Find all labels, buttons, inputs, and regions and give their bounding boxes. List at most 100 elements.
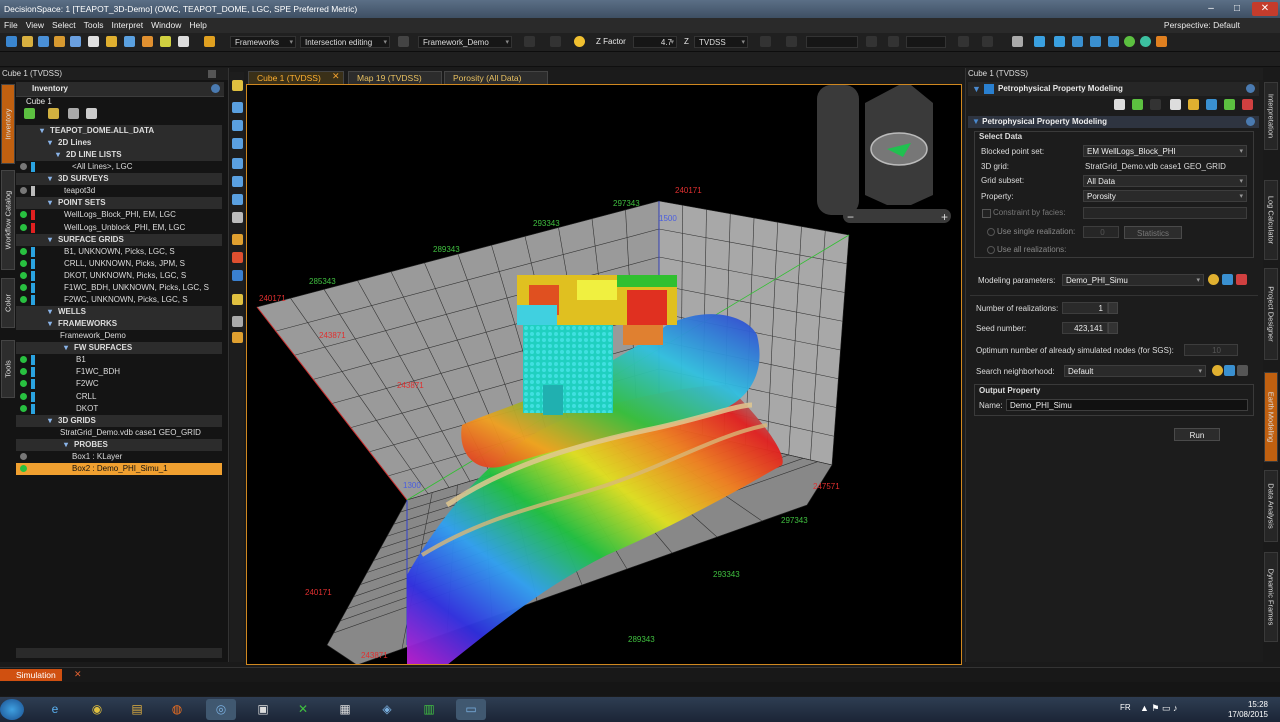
intersection-editing-dropdown[interactable]: Intersection editing xyxy=(300,36,390,49)
tray-icons[interactable]: ▲ ⚑ ▭ ♪ xyxy=(1140,703,1177,714)
search-neighborhood-dropdown[interactable]: Default xyxy=(1064,365,1206,377)
select-tool-icon[interactable] xyxy=(232,80,243,91)
color-swatch[interactable] xyxy=(31,162,35,173)
color-swatch[interactable] xyxy=(31,355,35,366)
tree-folder[interactable]: ▾ SURFACE GRIDS xyxy=(16,233,222,246)
tab-dynamic-frames[interactable]: Dynamic Frames xyxy=(1264,552,1278,642)
tree-item[interactable]: Box1 : KLayer xyxy=(16,451,222,463)
cog-green-icon[interactable] xyxy=(1124,36,1135,47)
color-swatch[interactable] xyxy=(31,246,35,257)
inventory-help-icon[interactable] xyxy=(211,84,220,93)
tree-folder[interactable]: ▾ TEAPOT_DOME.ALL_DATA xyxy=(16,125,222,137)
app-icon-4[interactable]: ▦ xyxy=(330,699,360,720)
tree-folder[interactable]: ▾ FRAMEWORKS xyxy=(16,318,222,331)
tree-folder[interactable]: ▾ 2D Lines xyxy=(16,137,222,150)
menu-help[interactable]: Help xyxy=(185,18,210,33)
chrome-icon[interactable]: ◉ xyxy=(82,699,112,720)
globe-icon[interactable] xyxy=(124,36,135,47)
collapse-arrow-icon[interactable]: ▼ xyxy=(972,82,981,96)
expand-arrow-icon[interactable]: ▾ xyxy=(56,149,60,161)
color-swatch[interactable] xyxy=(31,222,35,233)
tree-item[interactable]: CRLL, UNKNOWN, Picks, JPM, S xyxy=(16,258,222,270)
ortho-view-icon[interactable] xyxy=(232,194,243,205)
statistics-button[interactable]: Statistics xyxy=(1124,226,1182,239)
tree-item[interactable]: CRLL xyxy=(16,391,222,403)
expand-arrow-icon[interactable]: ▾ xyxy=(48,306,52,318)
visibility-toggle-icon[interactable] xyxy=(20,259,27,267)
load-neighborhood-icon[interactable] xyxy=(1212,365,1223,376)
app-icon-6[interactable]: ▥ xyxy=(414,699,444,720)
edit-neighborhood-icon[interactable] xyxy=(1224,365,1235,376)
analysis-icon[interactable] xyxy=(1242,99,1253,110)
add-icon[interactable] xyxy=(24,108,35,119)
seed-input[interactable]: 423,141 xyxy=(1062,322,1108,334)
visibility-toggle-icon[interactable] xyxy=(20,356,27,364)
camera-icon[interactable] xyxy=(160,36,171,47)
single-realization-radio[interactable] xyxy=(987,228,995,236)
tree-item[interactable]: <All Lines>, LGC xyxy=(16,161,222,173)
copy-icon[interactable] xyxy=(86,108,97,119)
minimize-button[interactable]: – xyxy=(1198,2,1224,16)
color-swatch[interactable] xyxy=(31,367,35,378)
zoom-out-icon[interactable]: − xyxy=(847,210,854,224)
ie-icon[interactable]: e xyxy=(40,699,70,720)
app-icon-5[interactable]: ◈ xyxy=(372,699,402,720)
tree-item[interactable]: DKOT, UNKNOWN, Picks, LGC, S xyxy=(16,270,222,282)
expand-arrow-icon[interactable]: ▾ xyxy=(48,234,52,246)
mountain-icon[interactable] xyxy=(1034,36,1045,47)
session-icon[interactable] xyxy=(54,36,65,47)
arrows-icon[interactable] xyxy=(142,36,153,47)
pan-tool-icon[interactable] xyxy=(232,120,243,131)
menu-window[interactable]: Window xyxy=(147,18,185,33)
explorer-icon[interactable]: ▤ xyxy=(122,699,152,720)
frame-input[interactable] xyxy=(806,36,858,48)
tree-item[interactable]: WellLogs_Block_PHI, EM, LGC xyxy=(16,209,222,221)
single-realization-input[interactable]: 0 xyxy=(1083,226,1119,238)
delete-parameters-icon[interactable] xyxy=(1236,274,1247,285)
nav-vertical-slider[interactable] xyxy=(817,85,859,215)
grid-toggle-icon[interactable] xyxy=(958,36,969,47)
filter-icon[interactable] xyxy=(48,108,59,119)
color-swatch[interactable] xyxy=(31,210,35,221)
perspective-selector[interactable]: Perspective: Default xyxy=(1164,18,1240,33)
frameworks-dropdown[interactable]: Frameworks xyxy=(230,36,296,49)
tree-folder[interactable]: ▾ WELLS xyxy=(16,306,222,319)
step-input[interactable] xyxy=(906,36,946,48)
tree-item[interactable]: F2WC xyxy=(16,378,222,390)
probe-tool-icon[interactable] xyxy=(232,234,243,245)
tab-simulation[interactable]: Simulation xyxy=(0,669,62,681)
open-folder-icon[interactable] xyxy=(22,36,33,47)
tree-folder[interactable]: ▾ 3D SURVEYS xyxy=(16,173,222,186)
app-icon-3[interactable]: ✕ xyxy=(288,699,318,720)
expand-arrow-icon[interactable]: ▾ xyxy=(64,342,68,354)
tree-folder[interactable]: ▾ 3D GRIDS xyxy=(16,414,222,427)
z-domain-dropdown[interactable]: TVDSS xyxy=(694,36,748,49)
expand-arrow-icon[interactable]: ▾ xyxy=(40,125,44,137)
pencil-icon[interactable] xyxy=(204,36,215,47)
color-swatch[interactable] xyxy=(31,186,35,197)
visibility-toggle-icon[interactable] xyxy=(20,223,27,231)
color-swatch[interactable] xyxy=(31,379,35,390)
map-icon[interactable] xyxy=(1206,99,1217,110)
data-icon[interactable] xyxy=(106,36,117,47)
app-icon-2[interactable]: ▣ xyxy=(248,699,278,720)
realizations-input[interactable]: 1 xyxy=(1062,302,1108,314)
color-swatch[interactable] xyxy=(31,294,35,305)
document-icon[interactable] xyxy=(1170,99,1181,110)
redo-icon[interactable] xyxy=(550,36,561,47)
visibility-toggle-icon[interactable] xyxy=(20,464,27,472)
tree-item[interactable]: B1, UNKNOWN, Picks, LGC, S xyxy=(16,246,222,258)
all-realizations-radio[interactable] xyxy=(987,246,995,254)
tab-close-icon[interactable]: ✕ xyxy=(332,71,340,82)
language-indicator[interactable]: FR xyxy=(1120,703,1131,712)
load-parameters-icon[interactable] xyxy=(1208,274,1219,285)
tree-item[interactable]: F1WC_BDH xyxy=(16,366,222,378)
sphere-icon[interactable] xyxy=(1140,36,1151,47)
tab-cube-1[interactable]: Cube 1 (TVDSS) xyxy=(248,71,344,84)
color-swatch[interactable] xyxy=(31,403,35,414)
color-swatch[interactable] xyxy=(31,391,35,402)
tab-tools[interactable]: Tools xyxy=(1,340,15,398)
expand-arrow-icon[interactable]: ▾ xyxy=(48,197,52,209)
modeling-parameters-dropdown[interactable]: Demo_PHI_Simu xyxy=(1062,274,1204,286)
visibility-toggle-icon[interactable] xyxy=(20,271,27,279)
